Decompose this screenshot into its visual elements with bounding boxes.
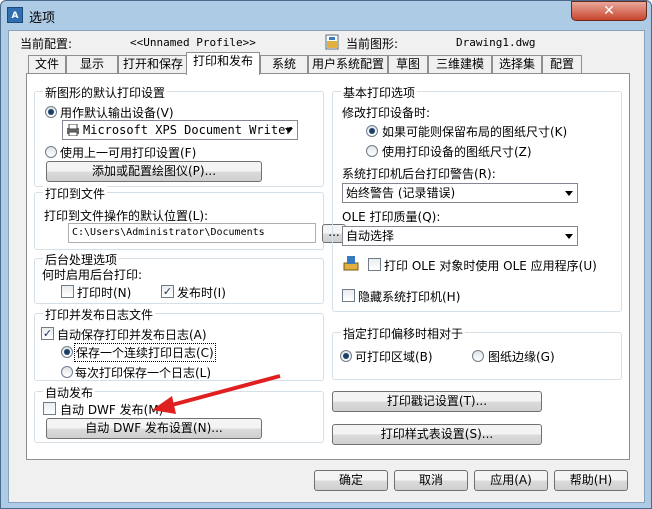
chevron-down-icon (565, 234, 573, 239)
use-device-paper-radio[interactable] (366, 145, 378, 157)
continuous-log-radio[interactable] (61, 346, 73, 358)
chevron-down-icon (565, 191, 573, 196)
tab-system[interactable]: 系统 (260, 55, 308, 74)
auto-publish-group-title: 自动发布 (43, 384, 96, 401)
annotation-arrow-icon (152, 374, 281, 414)
plot-style-table-settings-button[interactable]: 打印样式表设置(S)... (332, 424, 542, 445)
publishing-label[interactable]: 发布时(I) (177, 284, 226, 301)
plot-file-location-label: 打印到文件操作的默认位置(L): (44, 209, 209, 223)
keep-layout-paper-label[interactable]: 如果可能则保留布局的图纸尺寸(K) (382, 123, 567, 140)
plot-offset-title: 指定打印偏移时相对于 (341, 325, 466, 342)
use-ole-app-checkbox[interactable] (368, 258, 381, 271)
plotting-checkbox[interactable] (61, 285, 74, 298)
apply-button[interactable]: 应用(A) (474, 470, 548, 491)
tab-drafting[interactable]: 草图 (388, 55, 428, 74)
tab-open-save[interactable]: 打开和保存 (118, 55, 188, 74)
auto-dwf-publish-checkbox[interactable] (43, 402, 56, 415)
log-group-title: 打印并发布日志文件 (43, 306, 156, 323)
ole-quality-value: 自动选择 (346, 229, 395, 243)
ole-quality-label: OLE 打印质量(Q): (342, 210, 441, 224)
tab-user-preferences[interactable]: 用户系统配置 (308, 55, 388, 74)
tab-selection[interactable]: 选择集 (492, 55, 542, 74)
default-device-combo[interactable]: Microsoft XPS Document Writer (62, 120, 298, 140)
use-default-device-label[interactable]: 用作默认输出设备(V) (60, 104, 174, 121)
help-button[interactable]: 帮助(H) (554, 470, 628, 491)
general-options-title: 基本打印选项 (341, 84, 418, 101)
default-device-value: Microsoft XPS Document Writer (83, 123, 293, 137)
tab-profiles[interactable]: 配置 (542, 55, 582, 74)
paper-edge-label[interactable]: 图纸边缘(G) (488, 348, 555, 365)
per-plot-log-radio[interactable] (61, 366, 73, 378)
hide-printers-label[interactable]: 隐藏系统打印机(H) (358, 288, 460, 305)
auto-save-log-label[interactable]: 自动保存打印并发布日志(A) (57, 326, 207, 343)
ole-quality-combo[interactable]: 自动选择 (342, 226, 578, 246)
auto-dwf-publish-label[interactable]: 自动 DWF 发布(M) (60, 401, 163, 418)
cancel-button[interactable]: 取消 (394, 470, 468, 491)
use-last-settings-label[interactable]: 使用上一可用打印设置(F) (60, 144, 196, 161)
plotting-label[interactable]: 打印时(N) (77, 284, 131, 301)
printable-area-label[interactable]: 可打印区域(B) (355, 348, 433, 365)
printer-icon (67, 124, 79, 136)
use-ole-app-label[interactable]: 打印 OLE 对象时使用 OLE 应用程序(U) (384, 257, 597, 274)
current-config-label: 当前配置: (20, 37, 73, 51)
window-title: 选项 (29, 11, 56, 26)
new-drawing-group-title: 新图形的默认打印设置 (43, 84, 168, 101)
auto-dwf-settings-button[interactable]: 自动 DWF 发布设置(N)... (46, 418, 262, 439)
drawing-file-icon (324, 34, 340, 50)
spool-alert-combo[interactable]: 始终警告 (记录错误) (342, 183, 578, 203)
paper-edge-radio[interactable] (472, 350, 484, 362)
ok-button[interactable]: 确定 (314, 470, 388, 491)
use-default-device-radio[interactable] (45, 106, 57, 118)
use-last-settings-radio[interactable] (45, 146, 57, 158)
add-configure-plotter-button[interactable]: 添加或配置绘图仪(P)... (46, 161, 262, 182)
spool-alert-label: 系统打印机后台打印警告(R): (342, 167, 496, 181)
plot-stamp-settings-button[interactable]: 打印戳记设置(T)... (332, 391, 542, 412)
continuous-log-label[interactable]: 保存一个连续打印日志(C) (74, 343, 216, 362)
enable-background-label: 何时启用后台打印: (42, 268, 143, 282)
printable-area-radio[interactable] (340, 350, 352, 362)
close-button[interactable]: ✕ (571, 1, 647, 21)
title-bar[interactable]: A 选项 ✕ (1, 1, 651, 29)
spool-alert-value: 始终警告 (记录错误) (346, 186, 456, 200)
tab-display[interactable]: 显示 (66, 55, 118, 74)
tab-3d-modeling[interactable]: 三维建模 (428, 55, 492, 74)
keep-layout-paper-radio[interactable] (366, 125, 378, 137)
publishing-checkbox[interactable]: ✓ (161, 285, 174, 298)
tab-files[interactable]: 文件 (28, 55, 66, 74)
hide-printers-checkbox[interactable] (342, 289, 355, 302)
use-device-paper-label[interactable]: 使用打印设备的图纸尺寸(Z) (382, 143, 532, 160)
current-config-value: <<Unnamed Profile>> (130, 36, 256, 49)
ole-app-icon (343, 255, 359, 271)
chevron-down-icon (285, 128, 293, 133)
autocad-app-icon: A (7, 7, 23, 23)
current-drawing-value: Drawing1.dwg (456, 36, 536, 49)
tab-plot-publish[interactable]: 打印和发布 (186, 52, 260, 75)
change-device-label: 修改打印设备时: (342, 106, 431, 120)
plot-file-path-input[interactable]: C:\Users\Administrator\Documents (68, 223, 316, 243)
current-drawing-label: 当前图形: (346, 37, 399, 51)
auto-save-log-checkbox[interactable]: ✓ (41, 327, 54, 340)
plot-to-file-group-title: 打印到文件 (43, 185, 108, 202)
